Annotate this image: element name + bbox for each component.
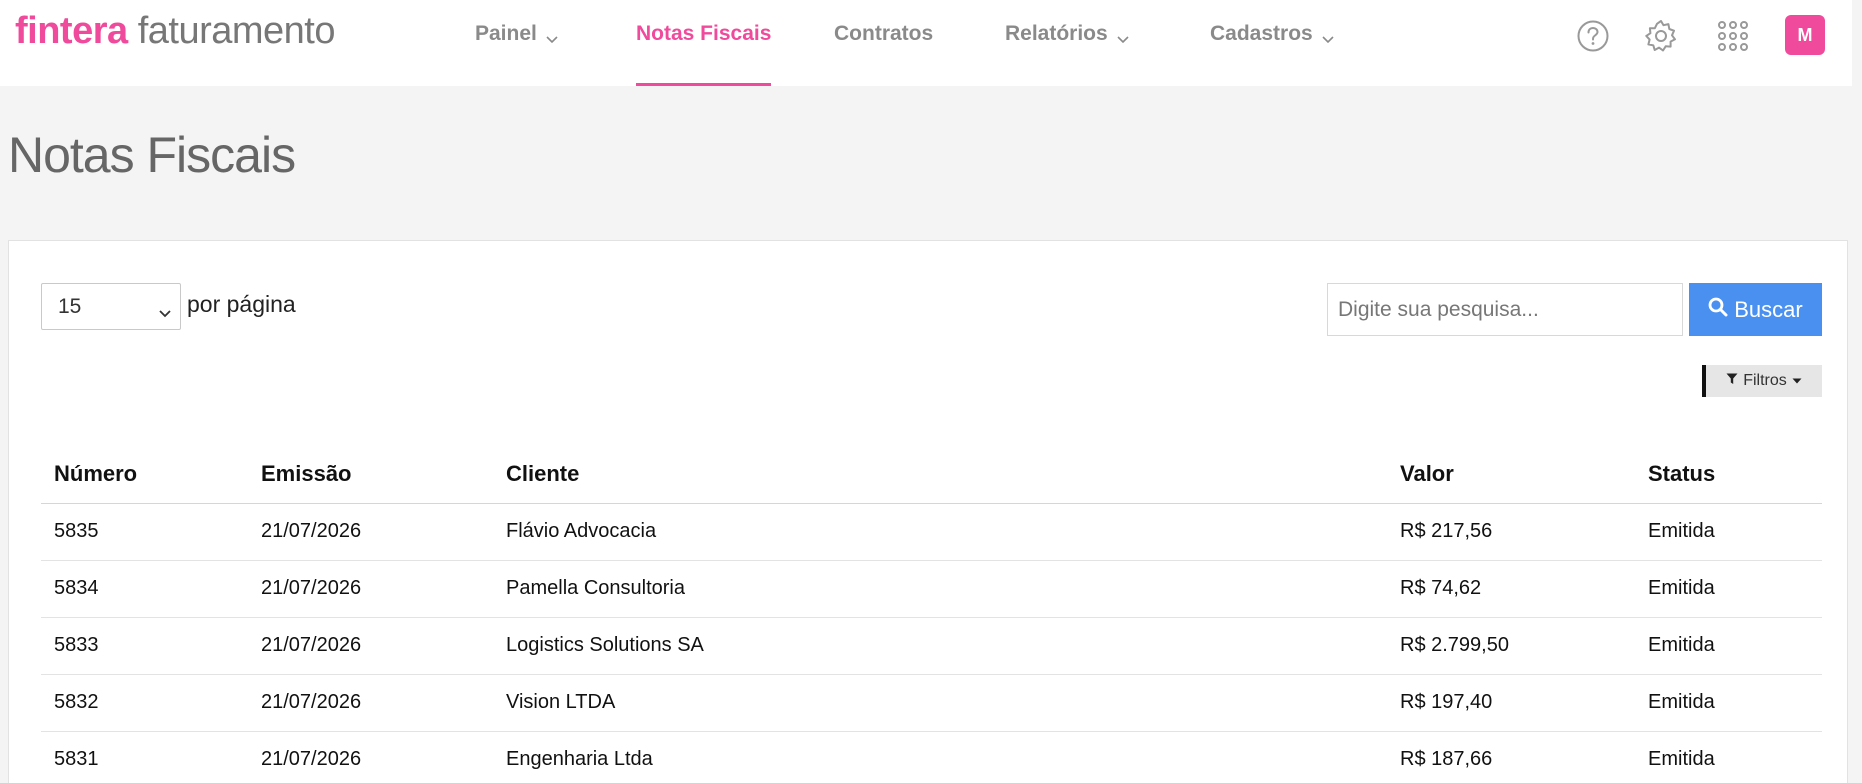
gear-icon[interactable] xyxy=(1641,16,1681,56)
cell-emissao: 21/07/2026 xyxy=(248,503,493,561)
chevron-down-icon xyxy=(1116,26,1130,50)
column-header-emissao[interactable]: Emissão xyxy=(248,446,493,504)
invoices-table: Número Emissão Cliente Valor Status 5835… xyxy=(41,446,1822,783)
nav-item-label: Painel xyxy=(475,22,537,45)
page-scrollbar[interactable] xyxy=(1852,0,1862,783)
table-row[interactable]: 5831 21/07/2026 Engenharia Ltda R$ 187,6… xyxy=(41,731,1822,783)
cell-cliente: Vision LTDA xyxy=(493,674,1387,732)
per-page-select[interactable]: 15 xyxy=(41,283,181,330)
column-header-status[interactable]: Status xyxy=(1635,446,1822,504)
nav-item-notas-fiscais[interactable]: Notas Fiscais xyxy=(636,18,772,86)
logo-product: faturamento xyxy=(137,10,336,52)
cell-cliente: Logistics Solutions SA xyxy=(493,617,1387,675)
cell-numero: 5833 xyxy=(41,617,248,675)
per-page-label: por página xyxy=(187,291,296,317)
search-icon xyxy=(1708,297,1728,323)
cell-numero: 5832 xyxy=(41,674,248,732)
cell-emissao: 21/07/2026 xyxy=(248,731,493,783)
per-page-value: 15 xyxy=(58,294,82,318)
filters-button[interactable]: Filtros xyxy=(1702,365,1822,397)
cell-valor: R$ 197,40 xyxy=(1387,674,1635,732)
nav-item-label: Notas Fiscais xyxy=(636,22,772,45)
cell-emissao: 21/07/2026 xyxy=(248,617,493,675)
table-header-row: Número Emissão Cliente Valor Status xyxy=(41,446,1822,504)
cell-numero: 5834 xyxy=(41,560,248,618)
cell-numero: 5831 xyxy=(41,731,248,783)
column-header-valor[interactable]: Valor xyxy=(1387,446,1635,504)
top-navbar: fintera faturamento Painel Notas Fiscais… xyxy=(0,0,1852,86)
nav-item-label: Relatórios xyxy=(1005,22,1108,45)
cell-valor: R$ 187,66 xyxy=(1387,731,1635,783)
nav-item-label: Cadastros xyxy=(1210,22,1313,45)
cell-valor: R$ 74,62 xyxy=(1387,560,1635,618)
filter-icon xyxy=(1726,372,1738,390)
user-avatar[interactable]: M xyxy=(1785,15,1825,55)
cell-valor: R$ 217,56 xyxy=(1387,503,1635,561)
app-logo[interactable]: fintera faturamento xyxy=(15,10,336,53)
cell-numero: 5835 xyxy=(41,503,248,561)
cell-status: Emitida xyxy=(1635,560,1822,618)
help-icon[interactable] xyxy=(1573,16,1613,56)
chevron-down-icon xyxy=(158,300,172,324)
nav-item-relatorios[interactable]: Relatórios xyxy=(1005,18,1130,86)
nav-item-contratos[interactable]: Contratos xyxy=(834,18,933,86)
cell-status: Emitida xyxy=(1635,503,1822,561)
table-row[interactable]: 5834 21/07/2026 Pamella Consultoria R$ 7… xyxy=(41,560,1822,618)
nav-item-cadastros[interactable]: Cadastros xyxy=(1210,18,1335,86)
table-row[interactable]: 5832 21/07/2026 Vision LTDA R$ 197,40 Em… xyxy=(41,674,1822,732)
page-title: Notas Fiscais xyxy=(8,127,296,183)
cell-cliente: Engenharia Ltda xyxy=(493,731,1387,783)
table-row[interactable]: 5833 21/07/2026 Logistics Solutions SA R… xyxy=(41,617,1822,675)
column-header-numero[interactable]: Número xyxy=(41,446,248,504)
search-button[interactable]: Buscar xyxy=(1689,283,1822,336)
apps-grid-icon[interactable] xyxy=(1713,16,1753,56)
chevron-down-icon xyxy=(545,26,559,50)
nav-item-painel[interactable]: Painel xyxy=(475,18,559,86)
cell-status: Emitida xyxy=(1635,731,1822,783)
search-input[interactable] xyxy=(1327,283,1683,336)
column-header-cliente[interactable]: Cliente xyxy=(493,446,1387,504)
caret-down-icon xyxy=(1792,372,1802,390)
cell-emissao: 21/07/2026 xyxy=(248,560,493,618)
cell-cliente: Flávio Advocacia xyxy=(493,503,1387,561)
cell-status: Emitida xyxy=(1635,617,1822,675)
table-row[interactable]: 5835 21/07/2026 Flávio Advocacia R$ 217,… xyxy=(41,503,1822,561)
chevron-down-icon xyxy=(1321,26,1335,50)
nav-item-label: Contratos xyxy=(834,22,934,45)
cell-status: Emitida xyxy=(1635,674,1822,732)
cell-emissao: 21/07/2026 xyxy=(248,674,493,732)
search-button-label: Buscar xyxy=(1734,296,1803,322)
cell-cliente: Pamella Consultoria xyxy=(493,560,1387,618)
invoices-card: 15 por página Buscar Filtros Número Emis… xyxy=(8,240,1848,783)
logo-brand: fintera xyxy=(15,10,128,52)
filters-button-label: Filtros xyxy=(1743,372,1787,389)
cell-valor: R$ 2.799,50 xyxy=(1387,617,1635,675)
